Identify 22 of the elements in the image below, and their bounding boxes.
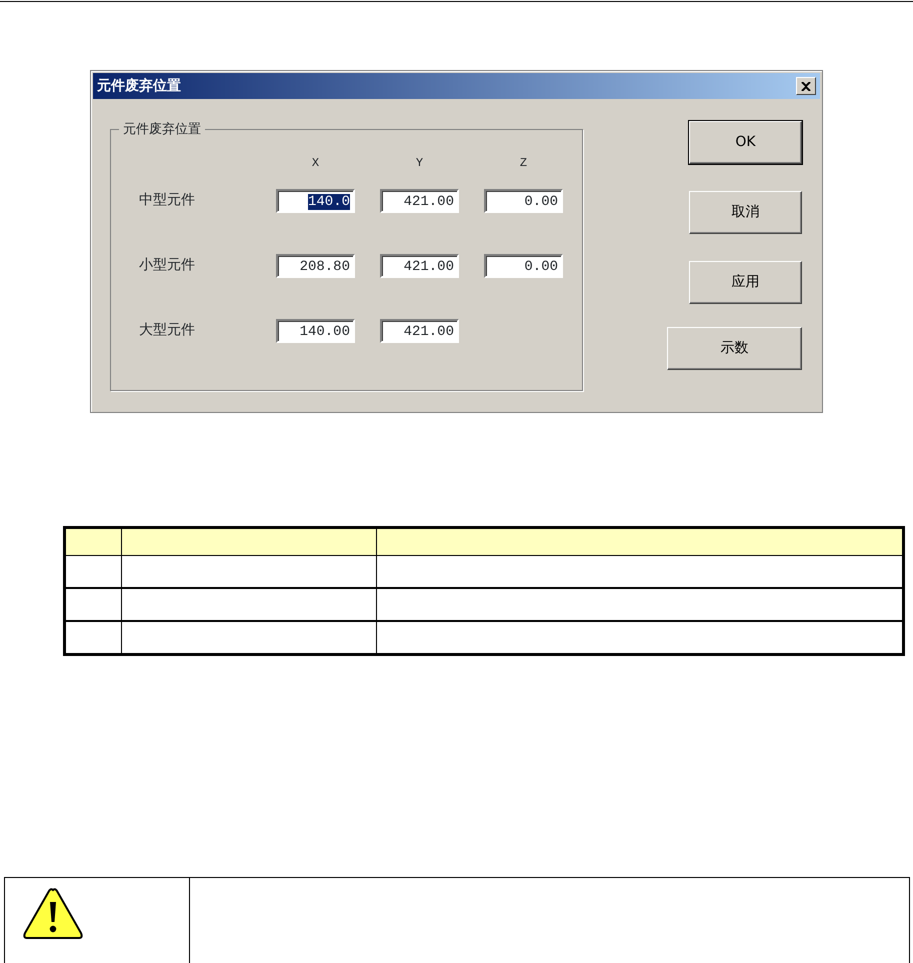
input-field[interactable]: 140.00 (276, 318, 355, 342)
input-field[interactable]: 421.00 (380, 188, 459, 212)
column-header: Y (414, 155, 424, 168)
input-field[interactable]: 208.80 (276, 254, 355, 278)
input-field[interactable]: 421.00 (380, 254, 459, 278)
dialog-title: 元件废弃位置 (97, 76, 181, 96)
input-field[interactable]: 140.0 (276, 188, 355, 212)
column-header: X (310, 155, 320, 168)
dialog-button[interactable]: OK (689, 121, 802, 164)
row-label: 大型元件 (139, 321, 196, 340)
dialog-button[interactable]: 取消 (689, 191, 802, 234)
close-button[interactable] (796, 77, 816, 95)
row-label: 中型元件 (139, 191, 196, 210)
input-field[interactable]: 0.00 (484, 188, 563, 212)
row-label: 小型元件 (139, 256, 196, 275)
column-header: Z (518, 155, 528, 168)
warning-icon (23, 888, 83, 940)
input-field[interactable]: 421.00 (380, 318, 459, 342)
close-icon (801, 82, 811, 90)
dialog-button[interactable]: 示数 (667, 327, 802, 370)
input-field[interactable]: 0.00 (484, 254, 563, 278)
dialog-button[interactable]: 应用 (689, 261, 802, 304)
